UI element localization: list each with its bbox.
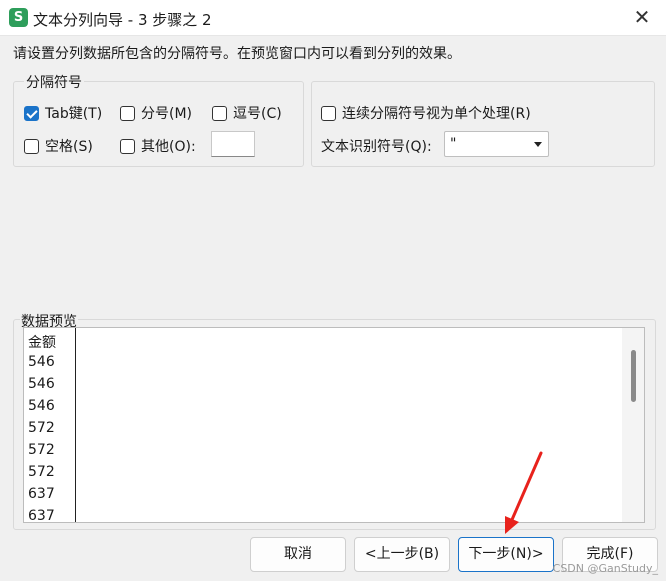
- watermark: CSDN @GanStudy_: [552, 562, 658, 575]
- annotation-arrow-icon: [505, 451, 543, 534]
